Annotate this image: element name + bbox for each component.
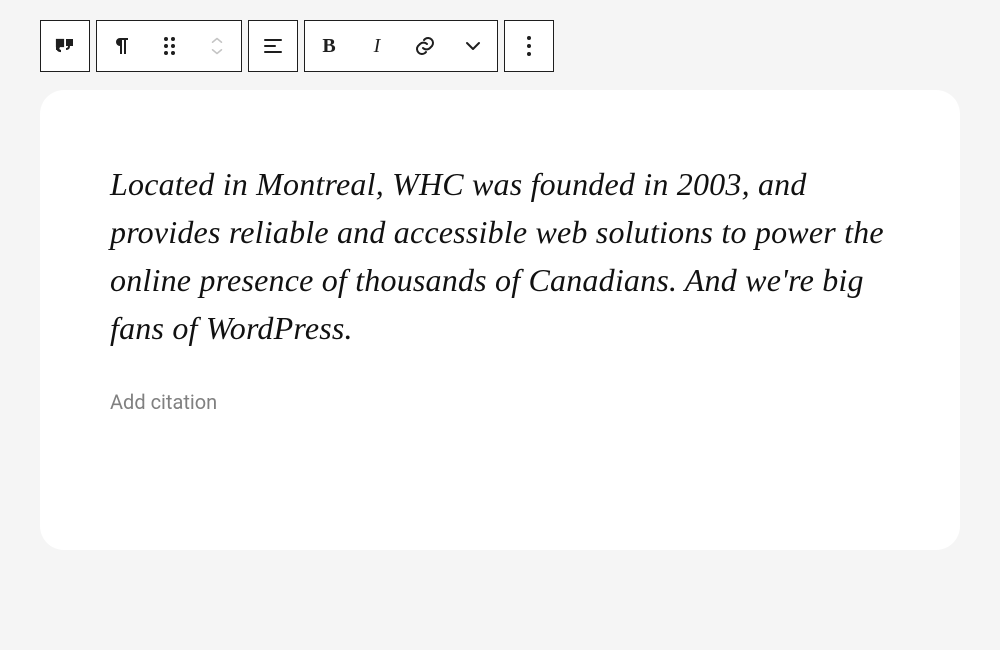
more-vertical-icon	[527, 36, 531, 56]
pullquote-text[interactable]: Located in Montreal, WHC was founded in …	[110, 160, 890, 352]
pullquote-icon	[53, 34, 77, 58]
link-icon	[413, 34, 437, 58]
block-type-button[interactable]	[41, 21, 89, 71]
chevron-down-icon	[208, 46, 226, 58]
drag-handle-icon	[164, 37, 175, 55]
block-editor: B I Lo	[40, 20, 960, 550]
more-options-button[interactable]	[505, 21, 553, 71]
pilcrow-icon	[109, 34, 133, 58]
italic-button[interactable]: I	[353, 21, 401, 71]
bold-icon: B	[322, 35, 335, 58]
toolbar-group-transform	[96, 20, 242, 72]
paragraph-button[interactable]	[97, 21, 145, 71]
move-up-down-button[interactable]	[193, 21, 241, 71]
chevron-down-icon	[461, 34, 485, 58]
block-toolbar: B I	[40, 20, 960, 72]
toolbar-group-more	[504, 20, 554, 72]
toolbar-group-block-type	[40, 20, 90, 72]
pullquote-block[interactable]: Located in Montreal, WHC was founded in …	[40, 90, 960, 550]
align-left-icon	[261, 34, 285, 58]
drag-handle-button[interactable]	[145, 21, 193, 71]
italic-icon: I	[374, 35, 381, 58]
toolbar-group-align	[248, 20, 298, 72]
toolbar-group-format: B I	[304, 20, 498, 72]
bold-button[interactable]: B	[305, 21, 353, 71]
more-formatting-button[interactable]	[449, 21, 497, 71]
link-button[interactable]	[401, 21, 449, 71]
chevron-up-icon	[208, 34, 226, 46]
align-button[interactable]	[249, 21, 297, 71]
citation-field[interactable]: Add citation	[110, 390, 890, 414]
